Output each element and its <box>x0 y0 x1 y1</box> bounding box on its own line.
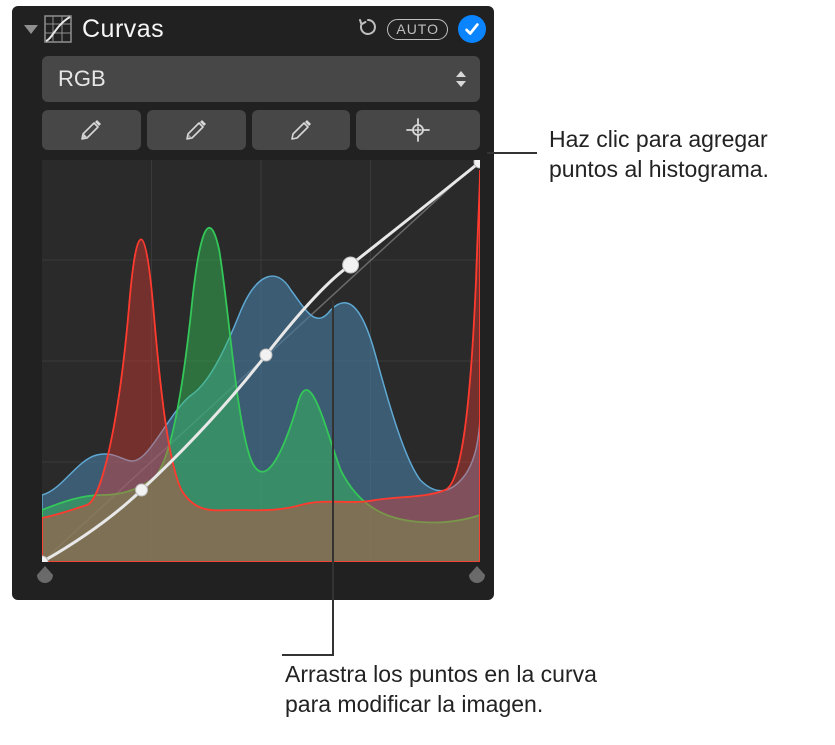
callout-drag-point: Arrastra los puntos en la curva para mod… <box>285 660 597 720</box>
gray-point-eyedropper-button[interactable] <box>147 110 246 150</box>
disclosure-triangle-icon[interactable] <box>24 25 38 34</box>
channel-select[interactable]: RGB <box>42 56 480 102</box>
histogram-canvas[interactable] <box>42 160 480 562</box>
reset-icon[interactable] <box>357 16 379 43</box>
panel-title: Curvas <box>82 15 357 44</box>
callout-line-add-point <box>487 152 537 154</box>
auto-button[interactable]: AUTO <box>387 19 448 40</box>
histogram-area <box>42 160 480 590</box>
callout-line-drag-point-v <box>332 300 334 656</box>
enable-checkmark-icon[interactable] <box>458 15 486 43</box>
eyedropper-row <box>12 110 494 150</box>
callout-line-drag-point-h <box>282 654 334 656</box>
callout-add-point: Haz clic para agregar puntos al histogra… <box>549 125 769 185</box>
channel-row: RGB <box>12 56 494 102</box>
channel-select-label: RGB <box>58 66 452 92</box>
black-point-slider[interactable] <box>36 566 54 588</box>
black-point-eyedropper-button[interactable] <box>42 110 141 150</box>
range-sliders <box>42 562 480 590</box>
panel-header: Curvas AUTO <box>12 6 494 52</box>
histogram-layers <box>42 160 480 562</box>
select-stepper-icon <box>452 65 470 93</box>
white-point-slider[interactable] <box>468 566 486 588</box>
curves-panel: Curvas AUTO RGB <box>12 6 494 600</box>
add-point-button[interactable] <box>356 110 480 150</box>
white-point-eyedropper-button[interactable] <box>252 110 351 150</box>
curves-icon <box>44 15 72 43</box>
